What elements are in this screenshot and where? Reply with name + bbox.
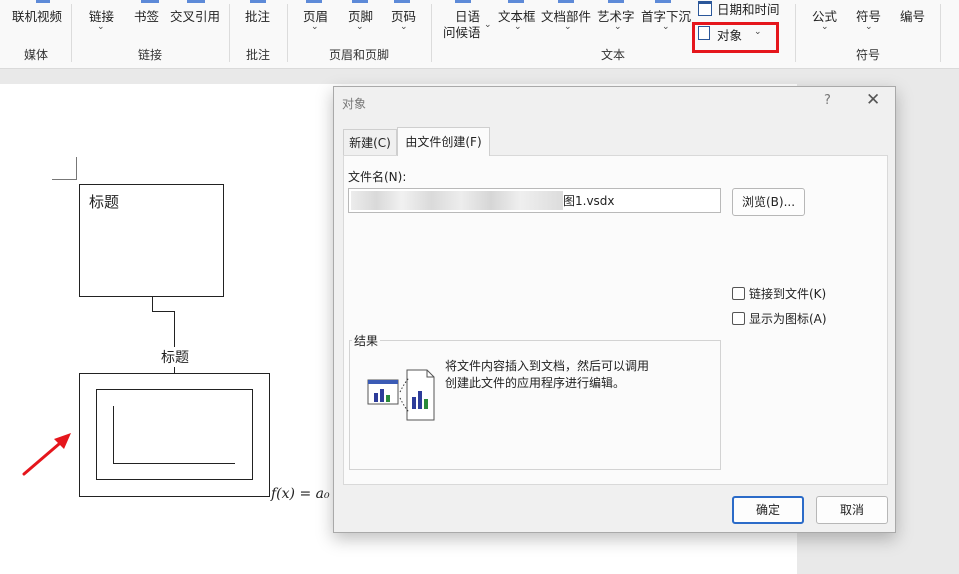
browse-button[interactable]: 浏览(B)... bbox=[732, 188, 805, 216]
cross-ref-icon bbox=[187, 0, 205, 3]
group-label-comments: 批注 bbox=[246, 48, 271, 62]
file-name-input[interactable]: 图1.vsdx bbox=[348, 188, 721, 213]
link-to-file-checkbox[interactable] bbox=[732, 287, 745, 300]
header-dropdown-icon[interactable]: ⌄ bbox=[311, 22, 319, 32]
embed-file-icon bbox=[367, 369, 435, 421]
result-label: 结果 bbox=[352, 332, 381, 349]
footer-icon bbox=[352, 0, 368, 3]
group-separator bbox=[229, 4, 230, 62]
cancel-button[interactable]: 取消 bbox=[816, 496, 888, 524]
file-name-label: 文件名(N): bbox=[348, 170, 407, 184]
group-separator bbox=[795, 4, 796, 62]
diagram-title-box[interactable]: 标题 bbox=[79, 184, 224, 297]
display-as-icon-label: 显示为图标(A) bbox=[749, 312, 827, 326]
tab-create-new[interactable]: 新建(C) bbox=[343, 129, 397, 155]
group-separator bbox=[71, 4, 72, 62]
object-highlight-box bbox=[692, 22, 779, 53]
display-as-icon-checkbox[interactable] bbox=[732, 312, 745, 325]
formula-text[interactable]: f(x) = a₀ bbox=[271, 486, 330, 502]
margin-mark bbox=[76, 157, 77, 180]
numbering-button[interactable]: 编号 bbox=[900, 6, 925, 25]
group-separator bbox=[940, 4, 941, 62]
connector-line bbox=[152, 311, 175, 312]
chart-x-axis bbox=[113, 463, 235, 464]
group-separator bbox=[287, 4, 288, 62]
symbol-dropdown-icon[interactable]: ⌄ bbox=[865, 22, 873, 32]
close-icon[interactable]: ✕ bbox=[866, 90, 880, 110]
textbox-icon bbox=[508, 0, 524, 3]
link-to-file-label: 链接到文件(K) bbox=[749, 287, 827, 301]
chart-y-axis bbox=[113, 406, 114, 464]
group-separator bbox=[431, 4, 432, 62]
comment-button[interactable]: 批注 bbox=[245, 6, 270, 25]
footer-dropdown-icon[interactable]: ⌄ bbox=[356, 22, 364, 32]
diagram-title-text: 标题 bbox=[89, 193, 120, 211]
wordart-icon bbox=[608, 0, 624, 3]
page-number-icon bbox=[394, 0, 410, 3]
dropcap-icon bbox=[655, 0, 671, 3]
textbox-dropdown-icon[interactable]: ⌄ bbox=[514, 22, 522, 32]
online-video-button[interactable]: 联机视频 bbox=[12, 6, 62, 25]
connector-label: 标题 bbox=[160, 347, 190, 367]
link-to-file-option[interactable]: 链接到文件(K) bbox=[732, 285, 826, 302]
page-number-dropdown-icon[interactable]: ⌄ bbox=[400, 22, 408, 32]
quick-parts-icon bbox=[558, 0, 574, 3]
comment-icon bbox=[250, 0, 266, 3]
greeting-button-line2[interactable]: 问候语 bbox=[443, 22, 481, 41]
object-dialog[interactable]: 对象 ? ✕ 新建(C) 由文件创建(F) 文件名(N): 图1.vsdx 浏览… bbox=[333, 86, 896, 533]
video-icon bbox=[36, 0, 50, 3]
greeting-dropdown-icon[interactable]: ⌄ bbox=[484, 20, 492, 30]
wordart-dropdown-icon[interactable]: ⌄ bbox=[614, 22, 622, 32]
chart-inner-frame bbox=[96, 389, 253, 480]
calendar-icon bbox=[698, 1, 712, 16]
group-label-header-footer: 页眉和页脚 bbox=[329, 48, 390, 62]
datetime-button[interactable]: 日期和时间 bbox=[717, 0, 780, 18]
greeting-icon bbox=[455, 0, 471, 3]
result-description: 将文件内容插入到文档，然后可以调用创建此文件的应用程序进行编辑。 bbox=[445, 359, 650, 390]
ok-button[interactable]: 确定 bbox=[732, 496, 804, 524]
group-label-links: 链接 bbox=[138, 48, 163, 62]
bookmark-button[interactable]: 书签 bbox=[134, 6, 159, 25]
help-icon[interactable]: ? bbox=[824, 93, 831, 108]
group-label-symbols: 符号 bbox=[856, 48, 881, 62]
link-dropdown-icon[interactable]: ⌄ bbox=[97, 22, 105, 32]
cross-ref-button[interactable]: 交叉引用 bbox=[170, 6, 220, 25]
red-arrow-annotation bbox=[22, 433, 71, 476]
bookmark-icon bbox=[141, 0, 159, 3]
quick-parts-dropdown-icon[interactable]: ⌄ bbox=[564, 22, 572, 32]
connector-line bbox=[152, 297, 153, 312]
display-as-icon-option[interactable]: 显示为图标(A) bbox=[732, 310, 827, 327]
blurred-path bbox=[351, 191, 563, 210]
group-label-media: 媒体 bbox=[24, 48, 49, 62]
equation-dropdown-icon[interactable]: ⌄ bbox=[821, 22, 829, 32]
file-name-value: 图1.vsdx bbox=[563, 194, 615, 208]
group-label-text: 文本 bbox=[601, 48, 626, 62]
header-icon bbox=[306, 0, 322, 3]
margin-mark bbox=[52, 179, 77, 180]
dialog-title: 对象 bbox=[342, 97, 367, 111]
ribbon: 联机视频 链接 ⌄ 书签 交叉引用 批注 页眉 ⌄ 页脚 ⌄ 页码 ⌄ 日语 问… bbox=[0, 0, 959, 69]
dropcap-dropdown-icon[interactable]: ⌄ bbox=[662, 22, 670, 32]
tab-create-from-file[interactable]: 由文件创建(F) bbox=[397, 127, 490, 156]
